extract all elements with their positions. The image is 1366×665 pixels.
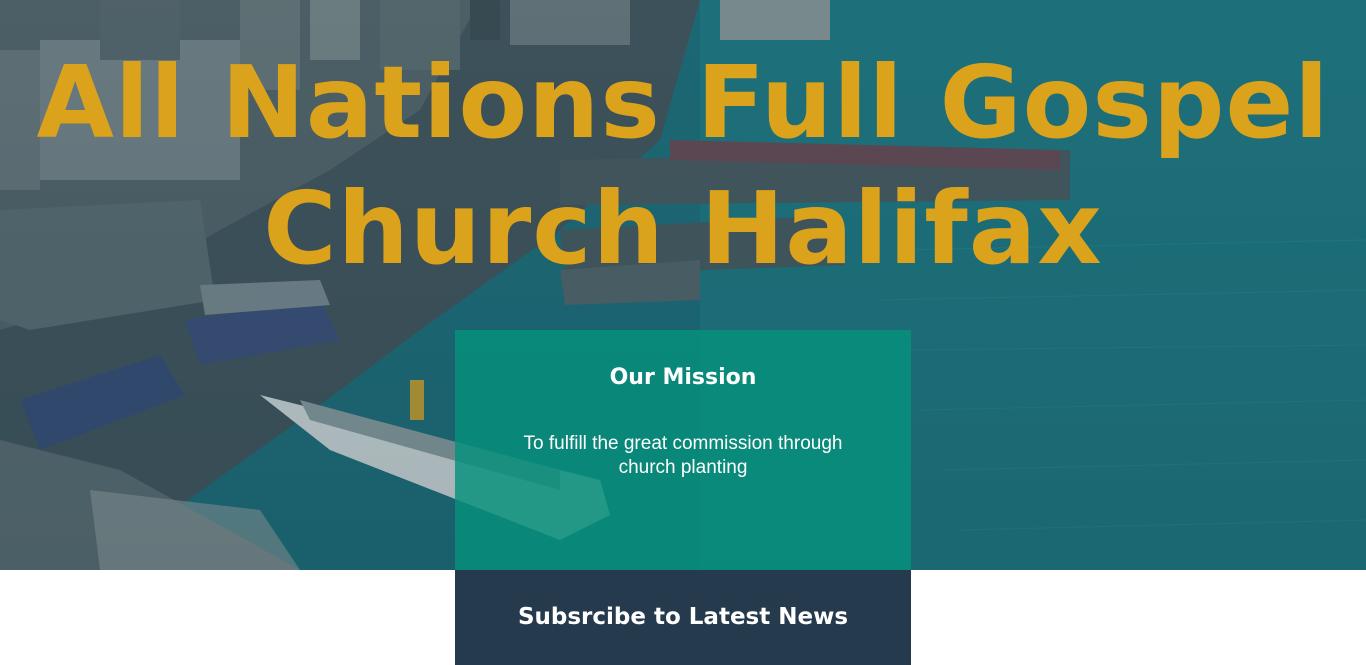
mission-heading: Our Mission: [609, 365, 757, 390]
mission-card: Our Mission To fulfill the great commiss…: [455, 330, 911, 570]
mission-text: To fulfill the great commission through …: [523, 433, 843, 478]
page-title: All Nations Full Gospel Church Halifax: [36, 44, 1330, 287]
subscribe-heading: Subsrcibe to Latest News: [517, 604, 849, 630]
page: All Nations Full Gospel Church Halifax O…: [0, 0, 1366, 665]
subscribe-card: Subsrcibe to Latest News: [455, 570, 911, 665]
